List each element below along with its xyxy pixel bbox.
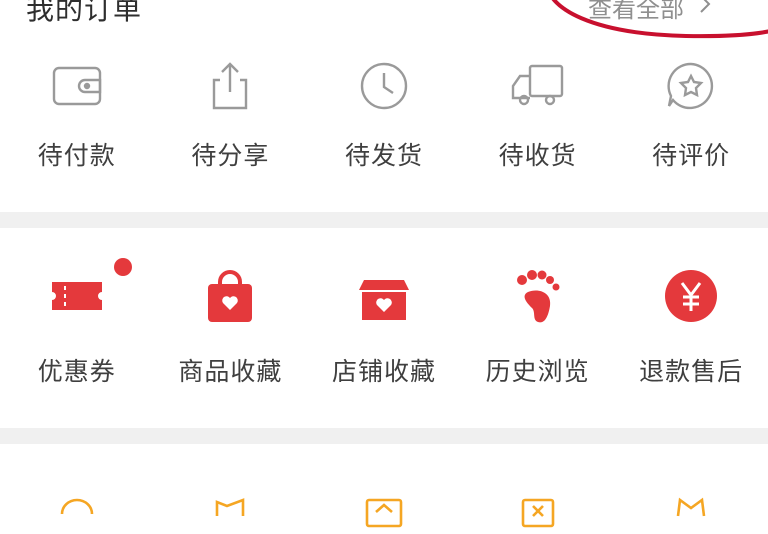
order-label: 待发货: [344, 141, 423, 170]
yuan-icon: [663, 266, 719, 326]
truck-icon: [510, 58, 566, 114]
footprint-icon: [510, 266, 566, 326]
service-label: 退款售后: [639, 357, 744, 386]
home-card-icon: [359, 490, 409, 530]
crown-icon: [666, 490, 716, 530]
shop-favorites-entry[interactable]: 店铺收藏: [307, 254, 461, 424]
chevron-right-icon: [698, 0, 712, 21]
section-divider: [0, 428, 768, 444]
order-label: 待分享: [191, 141, 270, 170]
view-all-label: 查看全部: [588, 0, 684, 23]
refund-entry[interactable]: 退款售后: [614, 254, 768, 424]
chat-bubble-icon: [52, 490, 102, 530]
order-pending-review[interactable]: 待评价: [614, 52, 768, 212]
service-label: 历史浏览: [485, 357, 590, 386]
tool-entry[interactable]: [614, 486, 768, 526]
flag-icon: [205, 490, 255, 530]
star-bubble-icon: [663, 58, 719, 114]
order-pending-ship[interactable]: 待发货: [307, 52, 461, 212]
order-pending-share[interactable]: 待分享: [154, 52, 308, 212]
clock-icon: [356, 58, 412, 114]
order-label: 待收货: [498, 141, 577, 170]
order-status-row: 待付款 待分享 待发货 待收货 待评价: [0, 52, 768, 212]
share-icon: [202, 58, 258, 114]
shop-heart-icon: [356, 266, 412, 326]
history-entry[interactable]: 历史浏览: [461, 254, 615, 424]
service-label: 店铺收藏: [331, 357, 436, 386]
tool-entry[interactable]: [461, 486, 615, 528]
coupon-notification-dot: [114, 258, 132, 276]
order-label: 待评价: [652, 141, 731, 170]
order-label: 待付款: [37, 141, 116, 170]
coupon-icon: [49, 266, 105, 326]
view-all-link[interactable]: 查看全部: [588, 0, 712, 24]
more-tools-row: [0, 486, 768, 528]
tool-entry[interactable]: [0, 486, 154, 526]
product-favorites-entry[interactable]: 商品收藏: [154, 254, 308, 424]
order-pending-receive[interactable]: 待收货: [461, 52, 615, 212]
order-pending-payment[interactable]: 待付款: [0, 52, 154, 212]
services-row: 优惠券 商品收藏 店铺收藏 历史浏览 退款售后: [0, 254, 768, 424]
order-header: 我的订单 查看全部: [0, 0, 768, 40]
box-x-icon: [513, 490, 563, 530]
bag-heart-icon: [202, 266, 258, 326]
page-title: 我的订单: [26, 0, 143, 26]
coupon-entry[interactable]: 优惠券: [0, 254, 154, 424]
tool-entry[interactable]: [307, 486, 461, 528]
service-label: 商品收藏: [178, 357, 283, 386]
wallet-icon: [49, 58, 105, 114]
tool-entry[interactable]: [154, 486, 308, 526]
service-label: 优惠券: [37, 357, 116, 386]
section-divider: [0, 212, 768, 228]
